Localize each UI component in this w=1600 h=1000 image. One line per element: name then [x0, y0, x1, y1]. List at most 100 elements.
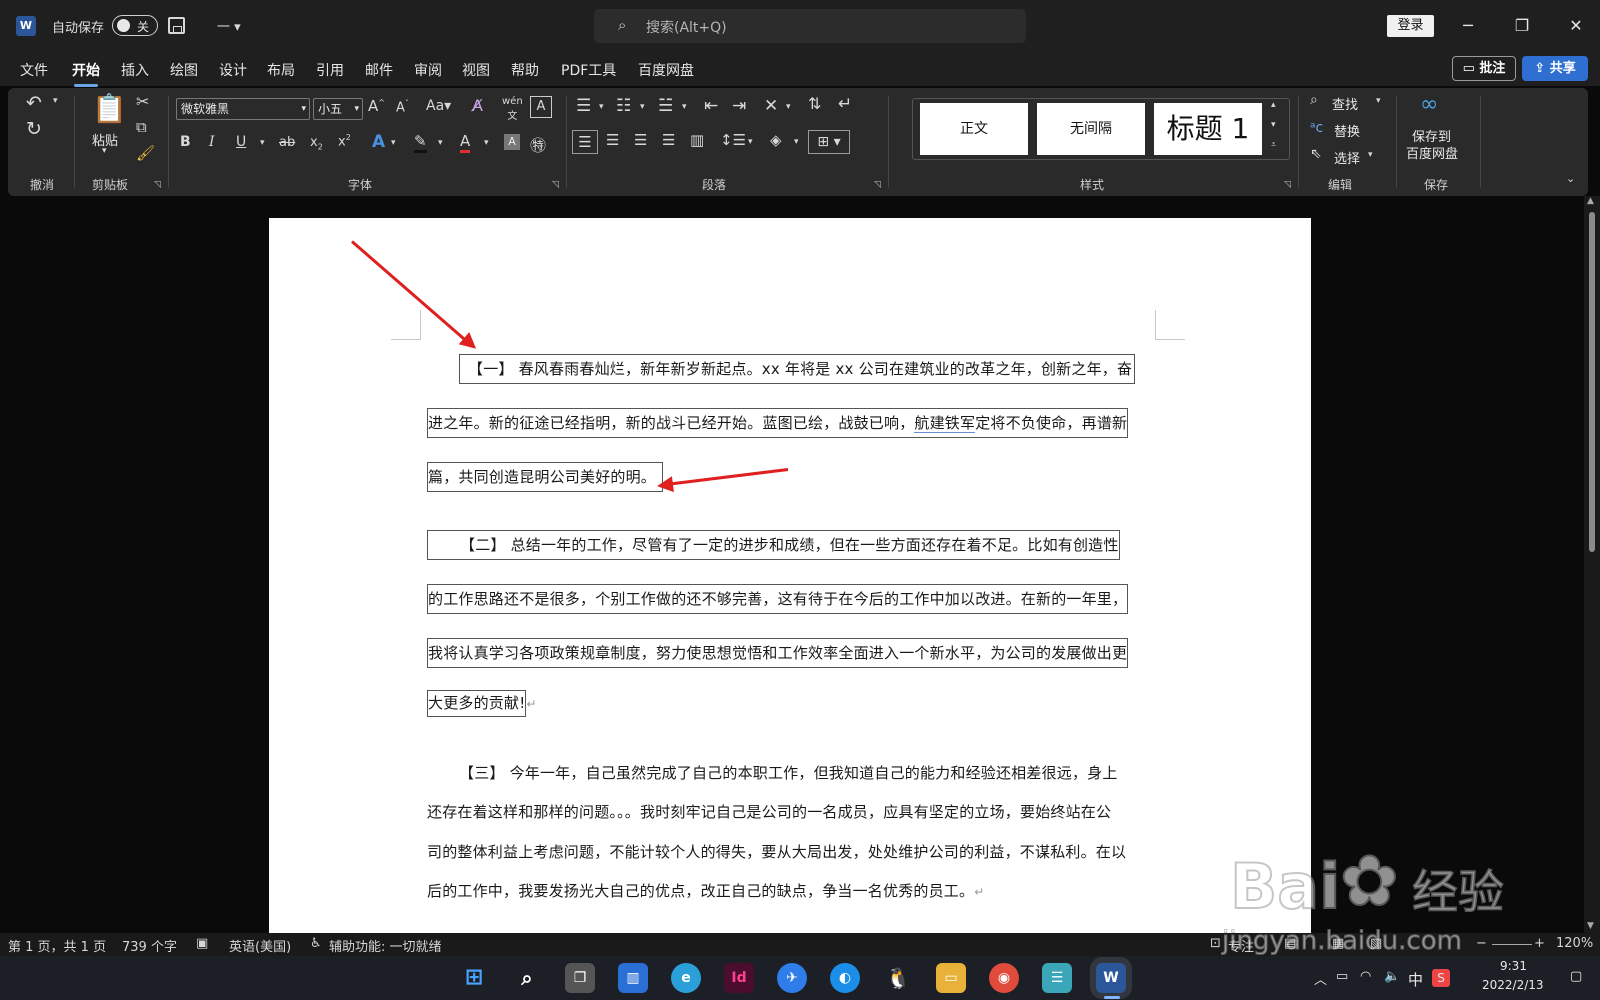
language-status[interactable]: 英语(美国) [229, 936, 291, 955]
line-spacing-icon[interactable]: ↕☰ [720, 131, 746, 149]
accessibility-status[interactable]: 辅助功能: 一切就绪 [329, 936, 442, 955]
phonetic-guide-icon[interactable]: wén 文 [502, 96, 523, 122]
paragraph-3-line-2[interactable]: 还存在着这样和那样的问题。。。我时刻牢记自己是公司的一名成员，应具有坚定的立场，… [427, 801, 1111, 822]
ime-indicator[interactable]: 中 [1408, 969, 1423, 990]
highlight-icon[interactable]: ✎ [414, 132, 427, 153]
paragraph-1-line-2[interactable]: 进之年。新的征途已经指明，新的战斗已经开始。蓝图已绘，战鼓已响，航建铁军定将不负… [427, 408, 1129, 438]
paste-dropdown-icon[interactable]: ▾ [102, 146, 107, 156]
underline-dropdown-icon[interactable]: ▾ [260, 138, 265, 148]
font-color-dropdown-icon[interactable]: ▾ [484, 138, 489, 148]
strikethrough-icon[interactable]: ab [279, 135, 295, 150]
page-count[interactable]: 第 1 页，共 1 页 [8, 936, 106, 955]
increase-indent-icon[interactable]: ⇥ [732, 96, 746, 116]
save-to-label-2[interactable]: 百度网盘 [1406, 143, 1458, 162]
collapse-ribbon-icon[interactable]: ⌄ [1566, 172, 1575, 185]
tab-mailings[interactable]: 邮件 [365, 60, 393, 80]
shrink-font-icon[interactable]: Aˇ [396, 99, 409, 115]
clock-date[interactable]: 2022/2/13 [1482, 978, 1544, 992]
cut-icon[interactable]: ✂ [136, 92, 149, 111]
paragraph-2-line-4[interactable]: 大更多的贡献!↵ [427, 690, 537, 717]
paragraph-2-line-1[interactable]: 【二】 总结一年的工作，尽管有了一定的进步和成绩，但在一些方面还存在着不足。比如… [427, 530, 1120, 560]
battery-icon[interactable]: ▭ [1336, 969, 1348, 984]
chrome-icon[interactable]: ◉ [989, 963, 1019, 993]
sort-icon[interactable]: ⇅ [808, 94, 821, 113]
tab-design[interactable]: 设计 [219, 60, 247, 80]
scroll-up-icon[interactable]: ▲ [1587, 196, 1594, 206]
file-explorer-icon[interactable]: ▭ [936, 963, 966, 993]
italic-icon[interactable]: I [209, 134, 215, 150]
notepad-icon[interactable]: ☰ [1042, 963, 1072, 993]
change-case-icon[interactable]: Aa▾ [426, 98, 451, 114]
tab-insert[interactable]: 插入 [121, 60, 149, 80]
decrease-indent-icon[interactable]: ⇤ [704, 96, 718, 116]
enclose-characters-icon[interactable]: ㊕ [530, 132, 546, 156]
align-left-icon[interactable]: ☰ [572, 130, 598, 154]
tab-help[interactable]: 帮助 [511, 60, 539, 80]
style-normal[interactable]: 正文 [920, 103, 1028, 155]
close-icon[interactable]: ✕ [1556, 10, 1596, 42]
paragraph-1-line-3[interactable]: 篇，共同创造昆明公司美好的明。 [427, 462, 664, 492]
clear-formatting-icon[interactable]: A̸ [472, 96, 483, 115]
font-launcher-icon[interactable]: ◹ [552, 180, 559, 190]
focus-icon[interactable]: ⊡ [1210, 936, 1221, 951]
styles-launcher-icon[interactable]: ◹ [1284, 180, 1291, 190]
tab-layout[interactable]: 布局 [267, 60, 295, 80]
line-spacing-dropdown-icon[interactable]: ▾ [748, 137, 753, 147]
undo-dropdown-icon[interactable]: ▾ [53, 96, 58, 106]
numbering-icon[interactable]: ☷ [616, 96, 631, 116]
share-button[interactable]: ⇪ 共享 [1522, 56, 1588, 81]
replace-button[interactable]: 替换 [1334, 121, 1360, 140]
show-marks-icon[interactable]: ↵ [838, 94, 852, 114]
qat-customize-button[interactable]: 一 ▾ [217, 16, 241, 35]
browser-icon[interactable]: ◐ [830, 963, 860, 993]
baidu-netdisk-icon[interactable]: ∞ [1420, 92, 1438, 117]
character-shading-icon[interactable]: A [504, 134, 520, 150]
document-page[interactable]: 【一】 春风春雨春灿烂，新年新岁新起点。xx 年将是 xx 公司在建筑业的改革之… [269, 218, 1311, 933]
paragraph-2-line-2[interactable]: 的工作思路还不是很多，个别工作做的还不够完善，这有待于在今后的工作中加以改进。在… [427, 584, 1129, 614]
word-count[interactable]: 739 个字 [122, 936, 177, 955]
scrollbar-thumb[interactable] [1589, 212, 1595, 552]
search-box[interactable]: ⌕ 搜索(Alt+Q) [594, 9, 1026, 43]
styles-scroll-down-icon[interactable]: ▾ [1271, 120, 1276, 130]
bullets-icon[interactable]: ☰ [576, 96, 591, 116]
word-taskbar-icon[interactable]: W [1096, 963, 1126, 993]
redo-icon[interactable]: ↻ [26, 118, 42, 140]
bullets-dropdown-icon[interactable]: ▾ [599, 102, 604, 112]
tab-draw[interactable]: 绘图 [170, 60, 198, 80]
font-size-select[interactable]: 小五 ▾ [313, 98, 363, 120]
task-view-icon[interactable]: ❐ [565, 963, 595, 993]
edge-icon[interactable]: e [671, 963, 701, 993]
highlight-dropdown-icon[interactable]: ▾ [438, 138, 443, 148]
login-button[interactable]: 登录 [1387, 15, 1434, 37]
styles-scroll-up-icon[interactable]: ▴ [1271, 100, 1276, 110]
zoom-in-icon[interactable]: + [1534, 936, 1545, 951]
restore-icon[interactable]: ❐ [1502, 10, 1542, 42]
style-no-spacing[interactable]: 无间隔 [1037, 103, 1145, 155]
text-effects-dropdown-icon[interactable]: ▾ [391, 138, 396, 148]
shading-dropdown-icon[interactable]: ▾ [794, 137, 799, 147]
paragraph-3-line-3[interactable]: 司的整体利益上考虑问题，不能计较个人的得失，要从大局出发，处处维护公司的利益，不… [427, 841, 1126, 862]
numbering-dropdown-icon[interactable]: ▾ [640, 102, 645, 112]
clock-time[interactable]: 9:31 [1500, 959, 1527, 973]
copy-icon[interactable]: ⧉ [136, 118, 147, 136]
vertical-scrollbar[interactable]: ▲ ▼ [1584, 196, 1600, 933]
start-icon[interactable]: ⊞ [459, 963, 489, 993]
scroll-down-icon[interactable]: ▼ [1587, 921, 1594, 931]
select-button[interactable]: 选择 [1334, 148, 1360, 167]
qq-icon[interactable]: 🐧 [883, 963, 913, 993]
notifications-icon[interactable]: ▢ [1570, 969, 1582, 984]
justify-icon[interactable]: ☰ [662, 131, 675, 149]
format-painter-icon[interactable]: 🖌 [136, 144, 155, 162]
bold-icon[interactable]: B [180, 134, 191, 150]
paragraph-2-line-3[interactable]: 我将认真学习各项政策规章制度，努力使思想觉悟和工作效率全面进入一个新水平，为公司… [427, 638, 1129, 668]
paragraph-3-line-4[interactable]: 后的工作中，我要发扬光大自己的优点，改正自己的缺点，争当一名优秀的员工。↵ [427, 880, 984, 901]
zoom-level[interactable]: 120% [1556, 936, 1593, 951]
multilevel-list-icon[interactable]: ☱ [658, 96, 673, 116]
chinese-layout-dropdown-icon[interactable]: ▾ [786, 102, 791, 112]
sogou-ime-icon[interactable]: S [1432, 969, 1450, 987]
subscript-icon[interactable]: x2 [310, 135, 323, 152]
character-border-icon[interactable]: A [530, 96, 552, 118]
comments-button[interactable]: ▭ 批注 [1452, 56, 1516, 81]
save-icon[interactable] [168, 17, 185, 34]
find-icon[interactable]: ⌕ [1310, 92, 1318, 108]
